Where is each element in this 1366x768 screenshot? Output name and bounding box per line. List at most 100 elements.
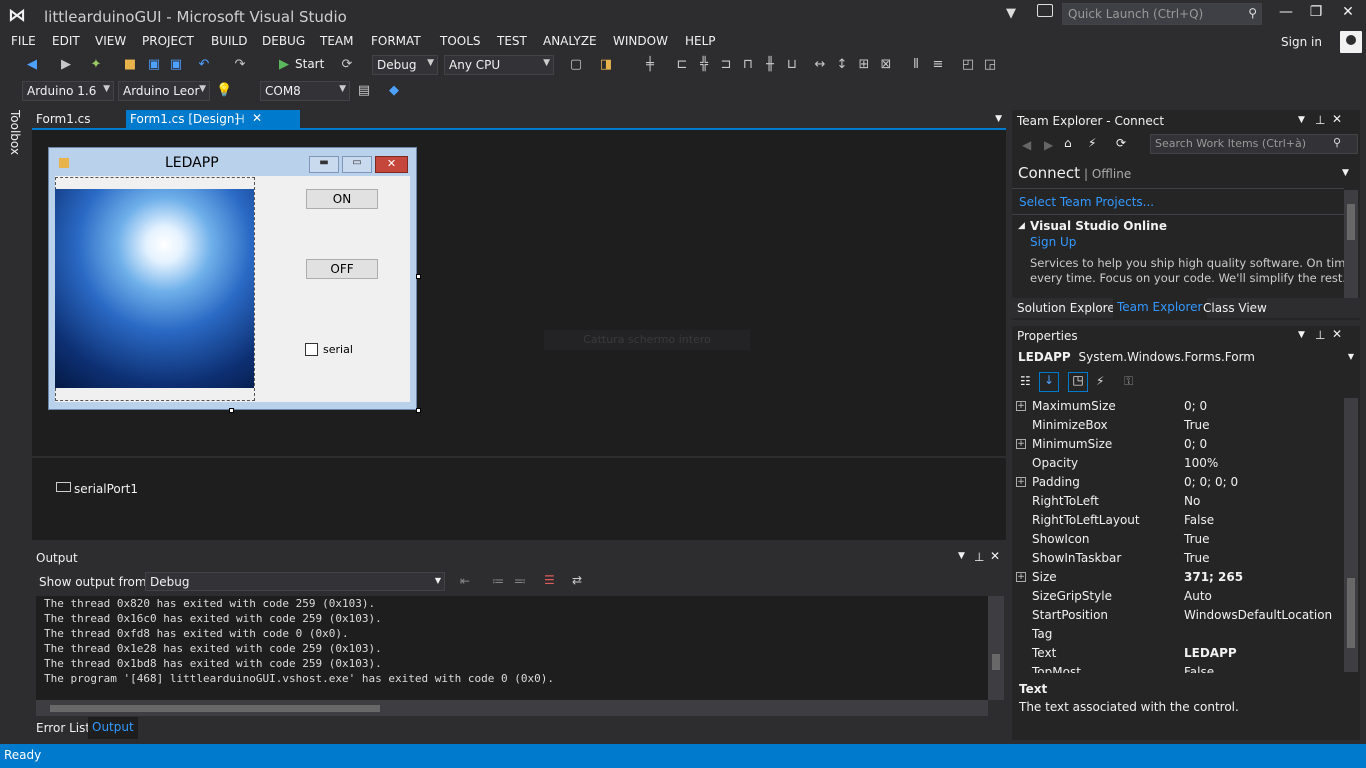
property-row[interactable]: Opacity 100% xyxy=(1012,454,1342,473)
align-middle-icon[interactable]: ╫ xyxy=(762,57,778,73)
property-row[interactable]: Tag xyxy=(1012,625,1342,644)
spacing-vertical-icon[interactable]: ≡ xyxy=(930,57,946,73)
property-row[interactable]: ShowInTaskbar True xyxy=(1012,549,1342,568)
resize-handle-right[interactable] xyxy=(416,274,421,279)
props-menu-icon[interactable]: ▼ xyxy=(1298,330,1305,340)
sign-up-link[interactable]: Sign Up xyxy=(1030,235,1076,249)
save-all-icon[interactable]: ▣ xyxy=(168,57,184,73)
home-icon[interactable]: ⌂ xyxy=(1064,136,1072,150)
property-row[interactable]: ShowIcon True xyxy=(1012,530,1342,549)
resize-handle-bottom[interactable] xyxy=(229,408,234,413)
props-close-icon[interactable]: ✕ xyxy=(1332,327,1342,341)
board-select[interactable]: Arduino Leor ▼ xyxy=(118,81,210,101)
forward-icon[interactable]: ▶ xyxy=(58,57,74,73)
tab-output[interactable]: Output xyxy=(88,717,138,739)
property-row[interactable]: Text LEDAPP xyxy=(1012,644,1342,663)
upload-icon[interactable]: ◆ xyxy=(386,83,402,99)
find-icon[interactable]: ◨ xyxy=(598,57,614,73)
team-menu-icon[interactable]: ▼ xyxy=(1298,115,1305,125)
collapse-icon[interactable]: ◢ xyxy=(1018,221,1025,231)
new-project-icon[interactable]: ✦ xyxy=(88,57,104,73)
open-folder-icon[interactable]: ■ xyxy=(122,57,138,73)
tab-form1-cs[interactable]: Form1.cs xyxy=(32,110,124,130)
expand-icon[interactable]: + xyxy=(1016,477,1026,487)
output-text[interactable]: The thread 0x820 has exited with code 25… xyxy=(36,596,988,700)
off-button[interactable]: OFF xyxy=(306,259,378,279)
on-button[interactable]: ON xyxy=(306,189,378,209)
menu-file[interactable]: FILE xyxy=(11,34,36,48)
serial-monitor-icon[interactable]: ▤ xyxy=(356,83,372,99)
attach-icon[interactable]: ▢ xyxy=(568,57,584,73)
property-row[interactable]: + Size 371; 265 xyxy=(1012,568,1342,587)
size-to-grid-icon[interactable]: ⊠ xyxy=(878,57,894,73)
maximize-button[interactable]: ❐ xyxy=(1302,4,1330,26)
menu-format[interactable]: FORMAT xyxy=(371,34,421,48)
filter-icon[interactable]: ▼ xyxy=(1006,6,1016,21)
prev-message-icon[interactable]: ≔ xyxy=(492,574,504,588)
properties-scrollbar[interactable] xyxy=(1344,398,1358,672)
send-back-icon[interactable]: ◲ xyxy=(982,57,998,73)
com-port-select[interactable]: COM8 ▼ xyxy=(260,81,350,101)
team-close-icon[interactable]: ✕ xyxy=(1332,112,1342,126)
property-row[interactable]: MinimizeBox True xyxy=(1012,416,1342,435)
connect-plug-icon[interactable]: ⚡ xyxy=(1088,136,1096,150)
expand-icon[interactable]: + xyxy=(1016,401,1026,411)
word-wrap-icon[interactable]: ⇄ xyxy=(572,573,582,587)
clear-all-icon[interactable]: ☰ xyxy=(544,573,555,587)
sign-in-link[interactable]: Sign in xyxy=(1281,35,1322,49)
team-scrollbar[interactable] xyxy=(1344,190,1358,300)
menu-edit[interactable]: EDIT xyxy=(52,34,80,48)
redo-icon[interactable]: ↷ xyxy=(232,57,248,73)
refresh-icon[interactable]: ⟳ xyxy=(339,57,355,73)
output-close-icon[interactable]: ✕ xyxy=(990,549,1000,563)
align-center-icon[interactable]: ╬ xyxy=(696,57,712,73)
serial-checkbox[interactable] xyxy=(305,343,318,356)
properties-icon[interactable]: ◳ xyxy=(1068,372,1088,392)
bring-front-icon[interactable]: ◰ xyxy=(960,57,976,73)
menu-debug[interactable]: DEBUG xyxy=(262,34,305,48)
menu-team[interactable]: TEAM xyxy=(320,34,353,48)
align-top-icon[interactable]: ⊓ xyxy=(740,57,756,73)
property-row[interactable]: TopMost False xyxy=(1012,663,1342,673)
output-vertical-scrollbar[interactable] xyxy=(988,596,1004,700)
property-row[interactable]: SizeGripStyle Auto xyxy=(1012,587,1342,606)
serialport1-component[interactable]: serialPort1 xyxy=(74,482,138,496)
form-close-button[interactable]: ✕ xyxy=(375,156,408,173)
team-pin-icon[interactable]: ⊥ xyxy=(1315,113,1325,127)
find-message-icon[interactable]: ⇤ xyxy=(460,574,470,588)
back-icon[interactable]: ◀ xyxy=(1022,138,1031,152)
avatar[interactable] xyxy=(1340,31,1362,53)
next-message-icon[interactable]: ≕ xyxy=(514,574,526,588)
expand-icon[interactable]: + xyxy=(1016,439,1026,449)
pin-icon[interactable]: ⊣ xyxy=(234,112,244,126)
output-menu-icon[interactable]: ▼ xyxy=(958,551,965,561)
same-width-icon[interactable]: ↔ xyxy=(812,57,828,73)
search-work-items-input[interactable]: Search Work Items (Ctrl+à) ⚲ xyxy=(1150,134,1358,154)
property-row[interactable]: RightToLeft No xyxy=(1012,492,1342,511)
connect-menu-icon[interactable]: ▼ xyxy=(1342,168,1349,178)
events-icon[interactable]: ⚡ xyxy=(1096,374,1104,388)
property-row[interactable]: RightToLeftLayout False xyxy=(1012,511,1342,530)
align-left-icon[interactable]: ⊏ xyxy=(674,57,690,73)
tab-class-view[interactable]: Class View xyxy=(1203,301,1267,315)
save-icon[interactable]: ▣ xyxy=(146,57,162,73)
form-minimize-button[interactable]: ▬ xyxy=(309,156,339,173)
align-right-icon[interactable]: ⊐ xyxy=(718,57,734,73)
minimize-button[interactable]: — xyxy=(1272,4,1300,26)
configuration-select[interactable]: Debug ▼ xyxy=(372,55,438,75)
menu-view[interactable]: VIEW xyxy=(95,34,126,48)
led-picture[interactable] xyxy=(55,189,254,388)
tab-overflow-icon[interactable]: ▼ xyxy=(995,114,1002,124)
toolbox-tab[interactable]: Toolbox xyxy=(8,110,22,155)
props-pin-icon[interactable]: ⊥ xyxy=(1315,328,1325,342)
property-row[interactable]: + MaximumSize 0; 0 xyxy=(1012,397,1342,416)
refresh-icon[interactable]: ⟳ xyxy=(1116,136,1126,150)
platform-select[interactable]: Any CPU ▼ xyxy=(444,55,554,75)
forward-icon[interactable]: ▶ xyxy=(1044,138,1053,152)
output-source-select[interactable]: Debug ▼ xyxy=(145,572,445,591)
object-select[interactable]: LEDAPP System.Windows.Forms.Form ▼ xyxy=(1012,348,1360,368)
menu-window[interactable]: WINDOW xyxy=(613,34,668,48)
tab-team-explorer[interactable]: Team Explorer xyxy=(1113,298,1207,318)
property-row[interactable]: StartPosition WindowsDefaultLocation xyxy=(1012,606,1342,625)
tab-solution-explorer[interactable]: Solution Explorer xyxy=(1017,301,1120,315)
